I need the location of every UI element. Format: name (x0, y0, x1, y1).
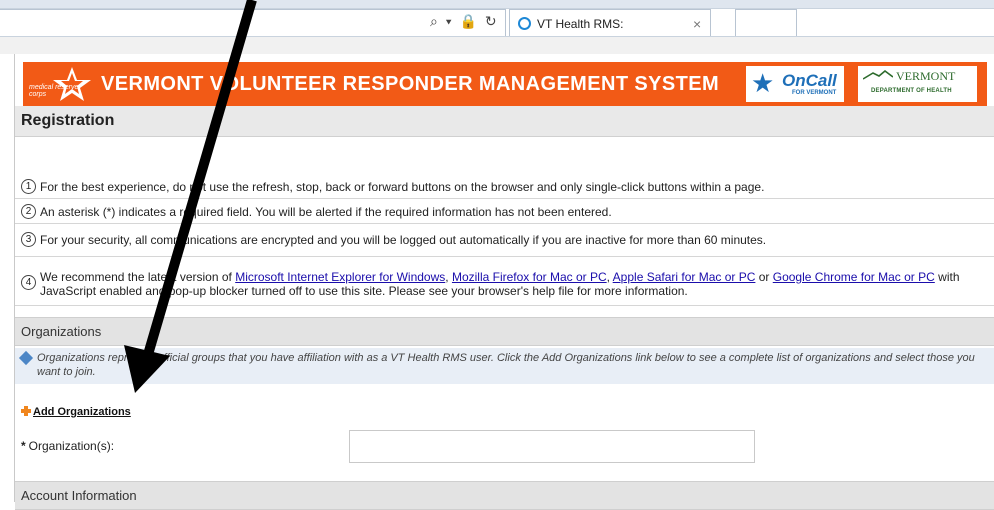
site-banner: medical reserve corps VERMONT VOLUNTEER … (23, 62, 987, 106)
info-diamond-icon (18, 350, 34, 366)
notice-row-1: 1 For the best experience, do not use th… (15, 174, 994, 199)
add-organizations-link[interactable]: Add Organizations (21, 405, 131, 418)
oncall-logo-subtext: FOR VERMONT (792, 90, 837, 96)
notice-text: An asterisk (*) indicates a required fie… (40, 205, 612, 219)
page-header: Registration (15, 106, 994, 137)
browser-titlebar (0, 0, 994, 9)
link-firefox[interactable]: Mozilla Firefox for Mac or PC (452, 270, 607, 284)
notice-number-icon: 4 (21, 275, 36, 290)
notice-separator: or (755, 270, 773, 284)
notice-text: We recommend the latest version of Micro… (40, 270, 990, 298)
new-tab-button[interactable] (735, 9, 797, 37)
help-text: Organizations represent official groups … (37, 352, 975, 378)
notice-text: For the best experience, do not use the … (40, 180, 765, 194)
notice-text-before: We recommend the latest version of (40, 270, 236, 284)
address-controls[interactable]: ⌕ ▾ 🔒 ↻ (430, 13, 499, 30)
notice-number-icon: 3 (21, 232, 36, 247)
ie-icon (518, 17, 531, 30)
vermont-logo-dept: DEPARTMENT OF HEALTH (871, 88, 952, 94)
notice-number-icon: 1 (21, 179, 36, 194)
notice-row-2: 2 An asterisk (*) indicates a required f… (15, 199, 994, 224)
browser-chrome: ⌕ ▾ 🔒 ↻ VT Health RMS: × (0, 0, 994, 54)
notice-row-4: 4 We recommend the latest version of Mic… (15, 257, 994, 306)
vermont-health-logo: VERMONT DEPARTMENT OF HEALTH (858, 66, 977, 102)
oncall-logo: ★ OnCall FOR VERMONT (746, 66, 844, 102)
page-content: medical reserve corps VERMONT VOLUNTEER … (14, 54, 994, 510)
page-title: Registration (21, 112, 115, 129)
organizations-input[interactable] (349, 430, 755, 463)
notice-separator: , (445, 270, 452, 284)
browser-tab[interactable]: VT Health RMS: × (509, 9, 711, 37)
section-title: Account Information (21, 488, 137, 503)
section-account-information: Account Information (15, 481, 994, 510)
organizations-help: Organizations represent official groups … (15, 348, 994, 384)
oncall-logo-text: OnCall (782, 71, 837, 90)
notice-row-3: 3 For your security, all communications … (15, 224, 994, 257)
link-internet-explorer[interactable]: Microsoft Internet Explorer for Windows (235, 270, 445, 284)
organization-field-label: * Organization(s): (21, 439, 114, 453)
mrc-logo-text: medical reserve corps (29, 84, 79, 98)
required-asterisk: * (21, 439, 26, 453)
oncall-star-icon: ★ (751, 68, 775, 98)
command-bar (0, 37, 994, 54)
section-organizations: Organizations (15, 317, 994, 346)
plus-icon (21, 406, 31, 416)
link-safari[interactable]: Apple Safari for Mac or PC (613, 270, 756, 284)
organization-label-text: Organization(s): (28, 439, 115, 453)
vermont-mountain-icon (863, 70, 893, 80)
notice-number-icon: 2 (21, 204, 36, 219)
notice-text: For your security, all communications ar… (40, 233, 767, 247)
tab-close-icon[interactable]: × (693, 16, 701, 32)
banner-title: VERMONT VOLUNTEER RESPONDER MANAGEMENT S… (101, 73, 720, 95)
link-chrome[interactable]: Google Chrome for Mac or PC (773, 270, 935, 284)
add-organizations-label: Add Organizations (33, 406, 131, 418)
mrc-logo: medical reserve corps (27, 65, 97, 103)
tab-title: VT Health RMS: (537, 17, 624, 31)
vermont-logo-name: VERMONT (896, 69, 956, 83)
section-title: Organizations (21, 324, 102, 339)
